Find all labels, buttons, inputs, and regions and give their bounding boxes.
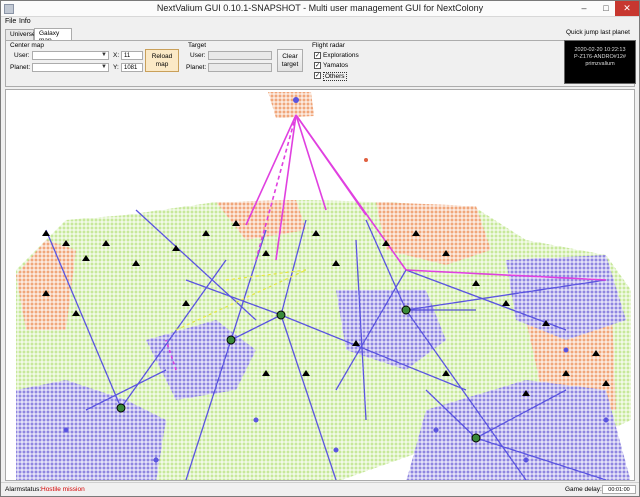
explorations-checkbox[interactable]: ✓	[314, 52, 321, 59]
menu-file[interactable]: File	[5, 18, 16, 25]
quick-jump-title: Quick jump last planet	[566, 29, 630, 36]
home-planet	[471, 433, 481, 443]
planet	[63, 427, 69, 433]
target-planet-field	[208, 63, 272, 72]
quick-jump-date: 2020-02-20 10:22:13	[574, 47, 626, 53]
quick-jump-panel: Quick jump last planet 2020-02-20 10:22:…	[564, 29, 636, 87]
chevron-down-icon: ▼	[101, 64, 107, 70]
title-bar: NextValium GUI 0.10.1-SNAPSHOT - Multi u…	[1, 1, 639, 17]
target-title: Target	[188, 42, 207, 49]
y-label: Y:	[113, 64, 119, 71]
planet	[603, 417, 609, 423]
planet	[153, 457, 159, 463]
game-delay-value: 00:01:00	[602, 485, 636, 494]
orange-territory-top	[268, 92, 314, 118]
app-window: NextValium GUI 0.10.1-SNAPSHOT - Multi u…	[0, 0, 640, 497]
x-input[interactable]: 11	[121, 51, 143, 60]
planet	[433, 427, 439, 433]
close-button[interactable]: ✕	[615, 1, 639, 16]
target-planet-label: Planet:	[186, 64, 207, 71]
territory-layer	[16, 92, 631, 480]
minimize-button[interactable]: –	[573, 1, 595, 16]
others-label: Others	[323, 72, 347, 81]
center-planet-select[interactable]: ▼	[32, 63, 109, 72]
status-bar: Alarmstatus: Hostile mission Game delay:…	[1, 482, 639, 496]
reload-map-button[interactable]: Reload map	[145, 49, 179, 72]
planet	[364, 158, 368, 162]
orange-territory-west	[16, 240, 76, 330]
clear-target-button[interactable]: Clear target	[277, 49, 303, 72]
alarm-value: Hostile mission	[41, 486, 85, 493]
galaxy-map[interactable]	[5, 89, 635, 481]
home-planet	[226, 335, 236, 345]
explorations-label: Explorations	[323, 52, 359, 59]
center-user-label: User:	[14, 52, 30, 59]
center-map-title: Center map	[10, 42, 44, 49]
tab-galaxy-map[interactable]: Galaxy map	[34, 28, 72, 44]
y-input[interactable]: 1081	[121, 63, 143, 72]
center-user-select[interactable]: ▼	[32, 51, 109, 60]
planet	[563, 347, 569, 353]
galaxy-map-canvas[interactable]	[6, 90, 635, 481]
target-user-label: User:	[190, 52, 206, 59]
home-planet	[276, 310, 286, 320]
home-planet	[116, 403, 126, 413]
chevron-down-icon: ▼	[101, 52, 107, 58]
tab-universe[interactable]: Universe	[5, 29, 36, 40]
yamatos-label: Yamatos	[323, 62, 349, 69]
quick-jump-planet-button[interactable]: 2020-02-20 10:22:13 P-Z176-ANDRO#12# pri…	[564, 40, 636, 84]
planet	[253, 417, 259, 423]
x-label: X:	[113, 52, 120, 59]
others-checkbox[interactable]: ✓	[314, 72, 321, 79]
center-planet-label: Planet:	[10, 64, 31, 71]
target-user-field	[208, 51, 272, 60]
quick-jump-user: primzvalium	[585, 61, 615, 67]
menu-info[interactable]: Info	[19, 18, 31, 25]
maximize-button[interactable]: □	[595, 1, 617, 16]
control-panel: Center map User: ▼ Planet: ▼ X: 11 Y: 10…	[5, 40, 635, 87]
quick-jump-planet-id: P-Z176-ANDRO#12#	[574, 54, 626, 60]
planet	[293, 97, 299, 103]
flight-radar-title: Flight radar	[312, 42, 345, 49]
planet	[523, 457, 529, 463]
planet	[333, 447, 339, 453]
alarm-label: Alarmstatus:	[5, 486, 42, 493]
home-planet	[401, 305, 411, 315]
window-title: NextValium GUI 0.10.1-SNAPSHOT - Multi u…	[156, 3, 484, 13]
yamatos-checkbox[interactable]: ✓	[314, 62, 321, 69]
menu-bar: File Info	[1, 17, 639, 28]
game-delay-label: Game delay:	[565, 486, 602, 493]
